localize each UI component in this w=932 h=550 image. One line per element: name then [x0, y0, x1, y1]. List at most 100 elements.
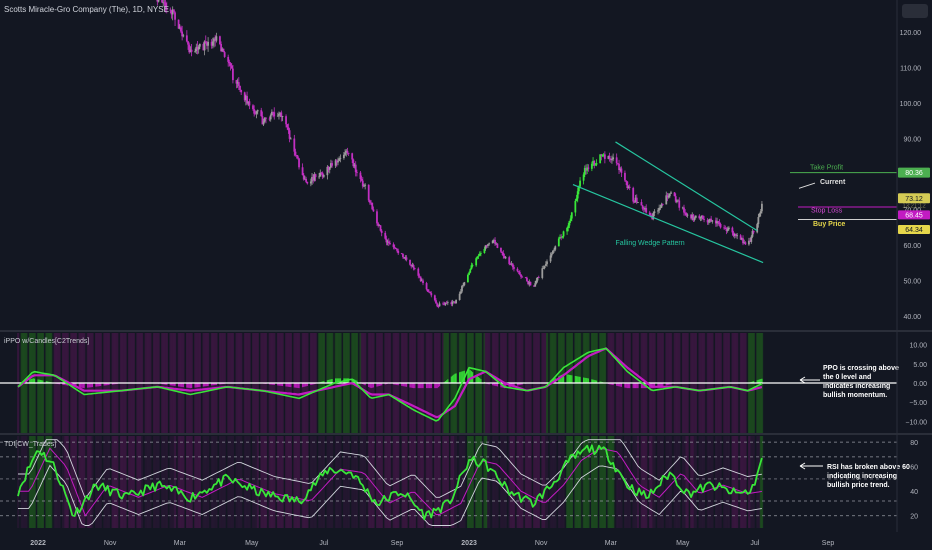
ppo-histogram-bar [422, 383, 424, 389]
ppo-note-line: indicates increasing [823, 383, 890, 390]
candle-body [240, 90, 243, 93]
candle-body [488, 243, 491, 245]
candle-body [215, 36, 218, 41]
candle-body [537, 277, 540, 278]
candle-body [207, 41, 210, 46]
candle-body [298, 158, 300, 168]
countdown-label: 13:21:12 [902, 203, 926, 209]
buy-price-badge: 64.34 [905, 227, 923, 234]
candle-body [288, 130, 291, 139]
tdi-trend-band [736, 436, 739, 528]
candle-body [255, 111, 258, 114]
chart-title: Scotts Miracle-Gro Company (The), 1D, NY… [4, 5, 169, 14]
candle-body [459, 291, 462, 294]
candle-body [180, 27, 182, 32]
candle-body [437, 306, 440, 308]
take-profit-label: Take Profit [810, 165, 843, 172]
price-y-tick-label: 50.00 [903, 278, 921, 285]
candle-body [169, 9, 172, 11]
candle-body [223, 52, 226, 57]
candle-body [253, 109, 256, 114]
ppo-histogram-bar [188, 383, 190, 388]
candle-body [575, 198, 578, 201]
candle-body [347, 152, 350, 154]
tdi-trend-band [331, 436, 334, 528]
tdi-trend-band [570, 436, 574, 528]
tdi-y-tick-label: 20 [910, 514, 918, 521]
ppo-histogram-bar [568, 374, 571, 384]
candle-body [425, 283, 428, 290]
candle-body [204, 41, 207, 43]
candle-body [187, 41, 189, 45]
candle-body [594, 164, 597, 166]
candle-body [422, 280, 424, 284]
candle-body [699, 217, 702, 219]
candle-body [389, 243, 391, 245]
ppo-histogram-bar [410, 383, 412, 388]
x-tick-label: Jul [750, 540, 759, 547]
candle-body [252, 105, 254, 110]
candle-body [262, 121, 265, 125]
candle-body [759, 211, 762, 214]
ppo-histogram-bar [409, 383, 411, 388]
tdi-trend-band [479, 436, 483, 528]
ppo-pane: PPO is crossing above the 0 level and indi… [0, 333, 899, 433]
tdi-trend-band [413, 436, 416, 528]
tdi-pane-title: TDI[CW_Trades] [4, 441, 57, 448]
ppo-histogram-bar [190, 383, 193, 388]
tdi-trend-band [562, 436, 565, 528]
x-tick-label: Mar [174, 540, 187, 547]
candle-body [758, 213, 761, 218]
candle-body [301, 167, 304, 176]
ppo-histogram-bar [436, 383, 438, 389]
candle-body [744, 242, 747, 245]
candle-body [567, 225, 570, 228]
candle-body [438, 303, 441, 307]
candle-body [686, 214, 689, 216]
candle-body [694, 215, 697, 218]
toolbar-button[interactable] [902, 4, 928, 18]
tdi-trend-band [628, 436, 631, 528]
candle-body [287, 127, 290, 131]
candle-body [554, 246, 557, 250]
rsi-note-line: indicating increasing [827, 473, 897, 480]
candle-body [222, 48, 225, 53]
candle-body [624, 172, 626, 181]
candle-body [475, 258, 478, 266]
candle-body [293, 138, 296, 152]
ppo-histogram-bar [636, 383, 638, 389]
ppo-histogram-bar [455, 373, 457, 384]
ppo-histogram-bar [414, 383, 416, 389]
candle-body [478, 253, 481, 256]
ppo-histogram-bar [88, 383, 90, 388]
ppo-histogram-bar [87, 383, 89, 388]
candle-body [612, 157, 615, 160]
candle-body [620, 168, 623, 173]
candle-body [736, 235, 739, 237]
candle-body [376, 211, 378, 224]
candle-body [360, 178, 363, 181]
candle-body [576, 191, 579, 199]
candle-body [417, 268, 420, 276]
candle-body [726, 229, 729, 232]
ppo-note-line: bullish momentum. [823, 392, 887, 399]
tdi-trend-band [372, 436, 375, 528]
candle-body [511, 263, 514, 268]
ppo-histogram-bar [637, 383, 639, 389]
candle-body [458, 293, 461, 300]
tdi-trend-band [355, 436, 359, 528]
candle-body [254, 113, 257, 115]
candle-body [717, 221, 720, 223]
rsi-note-line: bullish price trend. [827, 482, 890, 489]
tdi-trend-band [273, 436, 276, 528]
candle-body [719, 223, 722, 228]
candle-body [433, 295, 436, 301]
ppo-histogram-bar [371, 383, 373, 388]
candle-body [377, 223, 380, 226]
candle-body [468, 272, 470, 275]
x-tick-label: Sep [822, 540, 835, 547]
candle-body [380, 230, 383, 233]
wedge-upper-line [615, 141, 758, 232]
candle-body [396, 249, 398, 251]
candle-body [355, 172, 358, 173]
